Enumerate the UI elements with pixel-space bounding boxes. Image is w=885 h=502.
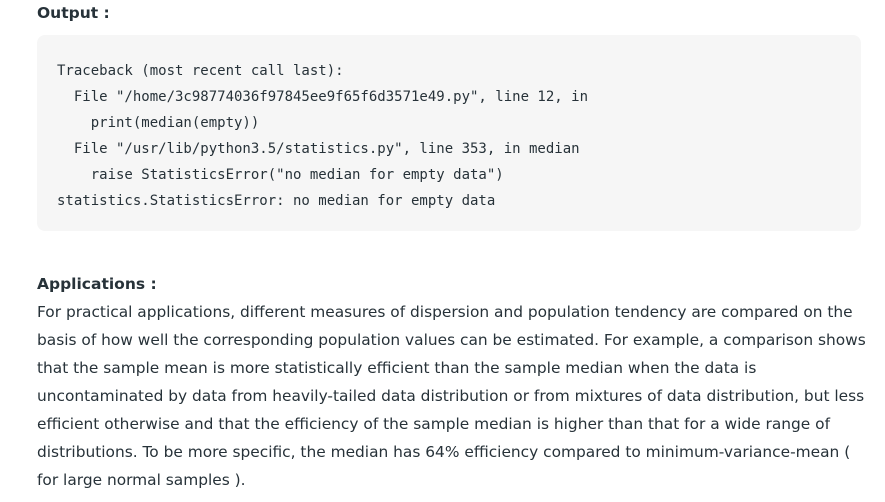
code-line: Traceback (most recent call last): — [57, 63, 344, 79]
paragraph-line: For practical applications, different me… — [37, 303, 853, 321]
code-output-block[interactable]: Traceback (most recent call last): File … — [37, 35, 861, 231]
code-line: print(median(empty)) — [57, 115, 260, 131]
code-line: statistics.StatisticsError: no median fo… — [57, 193, 496, 209]
code-line: File "/usr/lib/python3.5/statistics.py",… — [57, 141, 580, 157]
code-line: raise StatisticsError("no median for emp… — [57, 167, 504, 183]
output-heading: Output : — [37, 4, 110, 22]
applications-heading: Applications : — [37, 275, 157, 293]
paragraph-line: for large normal samples ). — [37, 471, 246, 489]
code-line: File "/home/3c98774036f97845ee9f65f6d357… — [57, 89, 589, 105]
paragraph-line: efficient otherwise and that the efficie… — [37, 415, 831, 433]
applications-paragraph: For practical applications, different me… — [37, 298, 866, 494]
paragraph-line: basis of how well the corresponding popu… — [37, 331, 866, 349]
paragraph-line: that the sample mean is more statistical… — [37, 359, 757, 377]
paragraph-line: distributions. To be more specific, the … — [37, 443, 851, 461]
paragraph-line: uncontaminated by data from heavily-tail… — [37, 387, 865, 405]
